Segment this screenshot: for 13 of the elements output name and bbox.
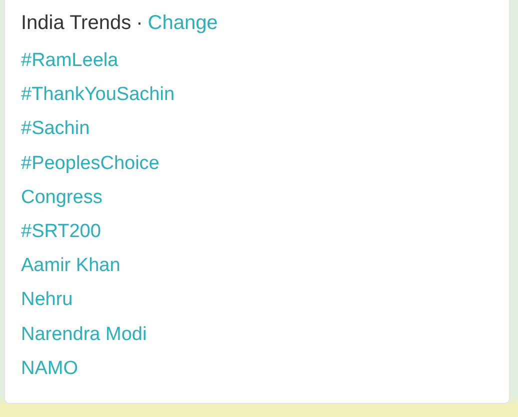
separator: ·	[136, 12, 143, 35]
trend-link[interactable]: NAMO	[21, 358, 78, 380]
trend-link[interactable]: Aamir Khan	[21, 255, 120, 278]
trend-link[interactable]: #ThankYouSachin	[21, 84, 175, 106]
change-link[interactable]: Change	[148, 12, 218, 35]
trend-link[interactable]: #Sachin	[21, 118, 90, 140]
trend-link[interactable]: #SRT200	[21, 221, 101, 244]
trend-link[interactable]: Congress	[21, 186, 102, 209]
trend-link[interactable]: Nehru	[21, 289, 73, 312]
panel-title: India Trends	[21, 12, 132, 35]
trend-link[interactable]: #RamLeela	[21, 50, 118, 72]
trend-link[interactable]: Narendra Modi	[21, 324, 147, 346]
trend-link[interactable]: #PeoplesChoice	[21, 152, 160, 175]
